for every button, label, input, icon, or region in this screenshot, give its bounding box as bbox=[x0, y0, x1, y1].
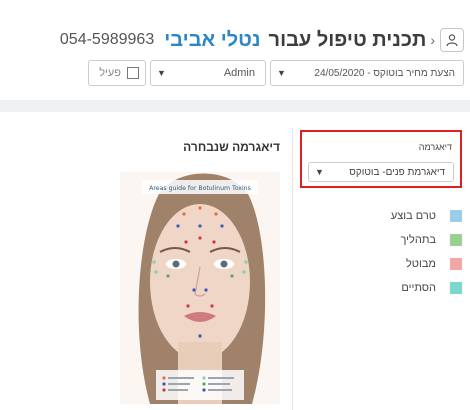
legend-label: הסתיים bbox=[401, 282, 436, 294]
user-icon bbox=[446, 34, 458, 47]
selected-diagram-title: דיאגרמה שנבחרה bbox=[183, 140, 280, 154]
diagram-selector-panel: דיאגרמה ▼ דיאגרמת פנים- בוטוקס bbox=[300, 130, 462, 188]
section-divider bbox=[0, 100, 470, 112]
status-legend: טרם בוצע בתהליך מבוטל הסתיים bbox=[302, 204, 462, 300]
legend-label: בתהליך bbox=[400, 234, 437, 246]
legend-item: טרם בוצע bbox=[302, 204, 462, 228]
controls-row: פעיל ▼ Admin ▼ 24/05/2020 - הצעת מחיר בו… bbox=[0, 60, 470, 88]
page-title: תכנית טיפול עבור bbox=[268, 28, 427, 51]
legend-label: טרם בוצע bbox=[390, 210, 436, 222]
legend-item: בתהליך bbox=[302, 228, 462, 252]
legend-swatch bbox=[450, 258, 462, 270]
active-checkbox[interactable] bbox=[127, 67, 139, 79]
legend-label: מבוטל bbox=[405, 258, 436, 270]
active-checkbox-wrap[interactable]: פעיל bbox=[88, 60, 146, 86]
legend-item: מבוטל bbox=[302, 252, 462, 276]
face-diagram-image[interactable]: Areas guide for Botulinum Toxins bbox=[120, 172, 280, 404]
legend-item: הסתיים bbox=[302, 276, 462, 300]
user-button[interactable] bbox=[440, 28, 464, 52]
diagram-select[interactable]: ▼ דיאגרמת פנים- בוטוקס bbox=[308, 162, 454, 182]
legend-swatch bbox=[450, 234, 462, 246]
diagram-label: דיאגרמה bbox=[418, 142, 452, 152]
title-row: ‹ תכנית טיפול עבור נטלי אביבי 054-598996… bbox=[60, 28, 464, 52]
plan-select[interactable]: ▼ 24/05/2020 - הצעת מחיר בוטוקס bbox=[270, 60, 464, 86]
panel-divider bbox=[292, 128, 293, 410]
chevron-down-icon: ▼ bbox=[157, 68, 166, 78]
active-label: פעיל bbox=[99, 67, 121, 79]
legend-swatch bbox=[450, 282, 462, 294]
chevron-down-icon: ▼ bbox=[315, 167, 324, 177]
face-diagram-svg: Areas guide for Botulinum Toxins bbox=[120, 172, 280, 404]
legend-swatch bbox=[450, 210, 462, 222]
chevron-left-icon[interactable]: ‹ bbox=[430, 32, 435, 48]
chevron-down-icon: ▼ bbox=[277, 68, 286, 78]
patient-name-link[interactable]: נטלי אביבי bbox=[164, 29, 260, 52]
patient-phone: 054-5989963 bbox=[59, 31, 155, 48]
diagram-select-value: דיאגרמת פנים- בוטוקס bbox=[349, 166, 445, 178]
user-select-value: Admin bbox=[223, 67, 255, 79]
page-header: ‹ תכנית טיפול עבור נטלי אביבי 054-598996… bbox=[0, 0, 470, 100]
user-select[interactable]: ▼ Admin bbox=[150, 60, 266, 86]
plan-select-value: 24/05/2020 - הצעת מחיר בוטוקס bbox=[314, 67, 455, 79]
diagram-caption: Areas guide for Botulinum Toxins bbox=[149, 185, 251, 192]
